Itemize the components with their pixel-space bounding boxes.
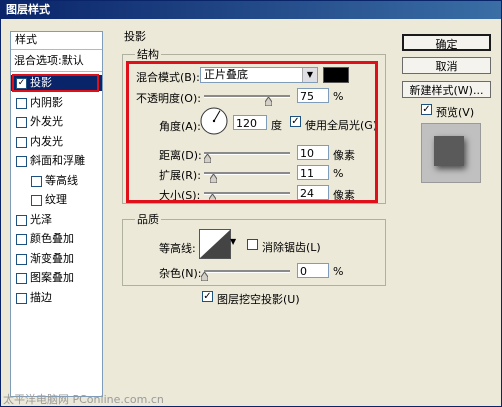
style-item-checkbox[interactable] [16, 292, 27, 304]
style-item[interactable]: 描边 [11, 290, 102, 306]
style-item-label: 等高线 [45, 173, 78, 187]
style-item[interactable]: 内发光 [11, 134, 102, 150]
style-item[interactable]: 光泽 [11, 212, 102, 228]
style-item-label: 描边 [30, 290, 52, 304]
styles-header-label: 样式 [15, 33, 37, 46]
preview-label: 预览(V) [436, 106, 475, 119]
highlight-box [126, 61, 378, 203]
style-item-label: 颜色叠加 [30, 232, 74, 245]
contour-picker[interactable] [199, 229, 231, 259]
chevron-down-icon[interactable]: ▼ [230, 237, 238, 247]
blend-options-label: 混合选项:默认 [14, 54, 84, 67]
style-item-label: 内发光 [30, 134, 63, 148]
style-item[interactable]: 渐变叠加 [11, 251, 102, 267]
noise-slider-thumb[interactable] [200, 272, 208, 281]
style-item-label: 内阴影 [30, 95, 63, 109]
style-item-checkbox[interactable] [16, 97, 27, 109]
style-item-checkbox[interactable] [16, 214, 27, 226]
cancel-button[interactable]: 取消 [402, 57, 491, 74]
style-item-label: 渐变叠加 [30, 251, 74, 265]
contour-label: 等高线: [159, 242, 196, 255]
style-item[interactable]: 等高线 [11, 173, 102, 189]
style-item-label: 外发光 [30, 115, 63, 128]
noise-input[interactable]: 0 [297, 263, 329, 278]
style-item-checkbox[interactable] [16, 273, 27, 284]
style-item-checkbox[interactable] [31, 195, 42, 206]
style-item-checkbox[interactable] [16, 156, 27, 167]
style-item-checkbox[interactable] [16, 117, 27, 128]
blend-options-item[interactable]: 混合选项:默认 [11, 53, 102, 69]
styles-list-panel: 样式 混合选项:默认 ✓ 投影 内阴影 外发光 内发光 斜面和浮雕 等高线 纹理 光泽 颜色叠加渐… [10, 31, 103, 397]
style-item[interactable]: 图案叠加 [11, 270, 102, 286]
antialias-label: 消除锯齿(L) [262, 241, 321, 254]
contour-linear-icon [200, 230, 230, 258]
style-item-label: 斜面和浮雕 [30, 154, 85, 167]
window-title: 图层样式 [6, 3, 50, 16]
quality-title: 品质 [135, 211, 161, 227]
style-item-label: 图案叠加 [30, 271, 74, 284]
style-item-checkbox[interactable] [16, 253, 27, 265]
style-item-checkbox[interactable] [31, 175, 42, 187]
antialias-checkbox[interactable] [247, 239, 258, 250]
style-item-checkbox[interactable] [16, 136, 27, 148]
check-icon: ✓ [422, 104, 431, 115]
preview-thumbnail [421, 123, 481, 183]
divider [11, 71, 102, 72]
knockout-checkbox[interactable]: ✓ [202, 291, 213, 302]
ok-button[interactable]: 确定 [402, 34, 491, 51]
divider [11, 49, 102, 50]
noise-slider-track[interactable] [204, 270, 290, 273]
selected-item-highlight [12, 74, 99, 92]
preview-swatch [434, 136, 464, 166]
style-item[interactable]: 纹理 [11, 192, 102, 208]
style-item[interactable]: 外发光 [11, 114, 102, 130]
preview-checkbox[interactable]: ✓ [421, 104, 432, 115]
structure-title: 结构 [135, 46, 161, 62]
new-style-button[interactable]: 新建样式(W)... [402, 81, 491, 98]
drop-shadow-title: 投影 [124, 30, 146, 43]
styles-header: 样式 [11, 32, 102, 48]
title-bar: 图层样式 [1, 1, 501, 19]
style-item-label: 光泽 [30, 212, 52, 226]
knockout-label: 图层挖空投影(U) [217, 293, 300, 306]
style-item-checkbox[interactable] [16, 234, 27, 245]
style-item-label: 纹理 [45, 193, 67, 206]
layer-style-dialog: 图层样式 样式 混合选项:默认 ✓ 投影内阴影外发光内发光斜面和浮雕等高线纹理光泽… [0, 0, 502, 407]
style-item[interactable]: 颜色叠加 [11, 231, 102, 247]
style-item[interactable]: 内阴影 [11, 95, 102, 111]
noise-label: 杂色(N): [159, 267, 202, 280]
watermark: 太平洋电脑网 PConline.com.cn [3, 393, 164, 406]
check-icon: ✓ [203, 291, 212, 302]
style-item[interactable]: 斜面和浮雕 [11, 153, 102, 169]
noise-unit: % [333, 265, 344, 278]
